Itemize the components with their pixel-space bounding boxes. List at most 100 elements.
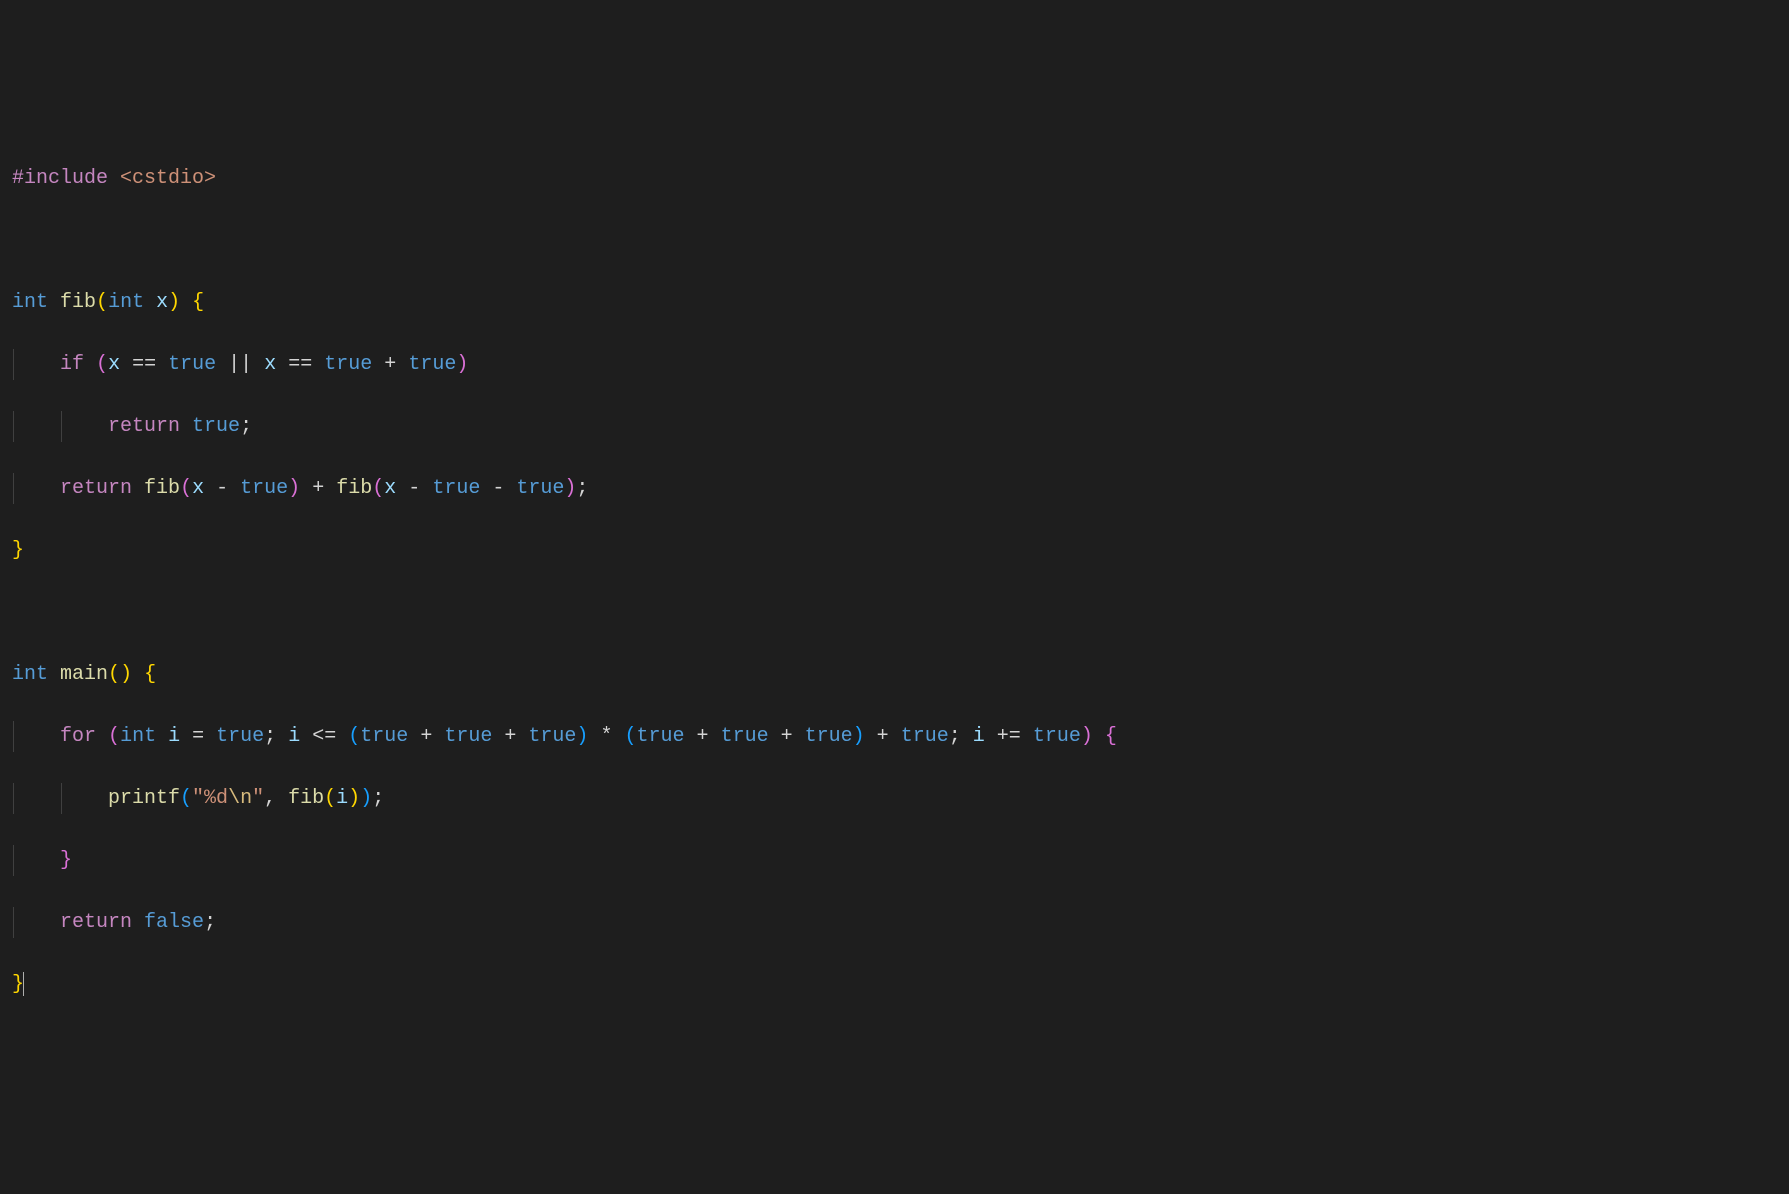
code-line[interactable]: } <box>12 969 1777 1000</box>
semicolon: ; <box>372 787 384 810</box>
brace: { <box>192 291 204 314</box>
variable: x <box>264 353 276 376</box>
operator: - <box>408 477 420 500</box>
operator: + <box>504 725 516 748</box>
brace: } <box>60 849 72 872</box>
parameter: x <box>156 291 168 314</box>
type-keyword: int <box>12 291 48 314</box>
code-line[interactable]: if (x == true || x == true + true) <box>12 349 1777 380</box>
constant-true: true <box>432 477 480 500</box>
paren: ) <box>564 477 576 500</box>
indent <box>12 725 60 748</box>
paren: ( <box>96 291 108 314</box>
constant-true: true <box>1033 725 1081 748</box>
operator: = <box>192 725 204 748</box>
operator: + <box>697 725 709 748</box>
code-line[interactable]: return true; <box>12 411 1777 442</box>
paren: ) <box>168 291 180 314</box>
paren: ( <box>180 477 192 500</box>
operator: <= <box>312 725 336 748</box>
operator: + <box>312 477 324 500</box>
constant-true: true <box>192 415 240 438</box>
paren: ( <box>324 787 336 810</box>
paren: ( <box>108 663 120 686</box>
indent <box>12 911 60 934</box>
variable: x <box>192 477 204 500</box>
semicolon: ; <box>949 725 961 748</box>
paren: ( <box>96 353 108 376</box>
variable: i <box>336 787 348 810</box>
code-line[interactable]: return false; <box>12 907 1777 938</box>
code-line[interactable]: for (int i = true; i <= (true + true + t… <box>12 721 1777 752</box>
semicolon: ; <box>204 911 216 934</box>
type-keyword: int <box>12 663 48 686</box>
operator: + <box>384 353 396 376</box>
variable: i <box>168 725 180 748</box>
function-call: fib <box>288 787 324 810</box>
operator: - <box>216 477 228 500</box>
variable: x <box>108 353 120 376</box>
paren: ) <box>456 353 468 376</box>
paren: ) <box>348 787 360 810</box>
comma: , <box>264 787 276 810</box>
paren: ( <box>372 477 384 500</box>
code-line[interactable] <box>12 597 1777 628</box>
keyword-return: return <box>60 911 132 934</box>
function-call: fib <box>336 477 372 500</box>
constant-true: true <box>805 725 853 748</box>
constant-true: true <box>360 725 408 748</box>
keyword-return: return <box>60 477 132 500</box>
constant-true: true <box>168 353 216 376</box>
constant-true: true <box>516 477 564 500</box>
paren: ) <box>576 725 588 748</box>
code-line[interactable]: #include <cstdio> <box>12 163 1777 194</box>
paren: ) <box>360 787 372 810</box>
code-line[interactable]: } <box>12 845 1777 876</box>
constant-true: true <box>240 477 288 500</box>
constant-true: true <box>528 725 576 748</box>
keyword-if: if <box>60 353 84 376</box>
semicolon: ; <box>576 477 588 500</box>
semicolon: ; <box>240 415 252 438</box>
variable: i <box>288 725 300 748</box>
code-line[interactable]: int fib(int x) { <box>12 287 1777 318</box>
indent <box>12 787 108 810</box>
operator: + <box>420 725 432 748</box>
string-literal: " <box>252 787 264 810</box>
operator: + <box>877 725 889 748</box>
constant-false: false <box>144 911 204 934</box>
constant-true: true <box>901 725 949 748</box>
type-keyword: int <box>120 725 156 748</box>
constant-true: true <box>721 725 769 748</box>
code-line[interactable]: printf("%d\n", fib(i)); <box>12 783 1777 814</box>
constant-true: true <box>637 725 685 748</box>
variable: i <box>973 725 985 748</box>
brace: { <box>1105 725 1117 748</box>
constant-true: true <box>444 725 492 748</box>
operator: || <box>228 353 252 376</box>
function-call: fib <box>144 477 180 500</box>
code-line[interactable]: } <box>12 535 1777 566</box>
indent <box>12 849 60 872</box>
code-editor[interactable]: #include <cstdio> int fib(int x) { if (x… <box>12 132 1777 1031</box>
constant-true: true <box>216 725 264 748</box>
function-name: fib <box>60 291 96 314</box>
indent <box>12 415 108 438</box>
preprocessor-directive: #include <box>12 167 108 190</box>
type-keyword: int <box>108 291 144 314</box>
keyword-for: for <box>60 725 96 748</box>
operator: * <box>600 725 612 748</box>
indent <box>12 477 60 500</box>
escape-sequence: \n <box>228 787 252 810</box>
paren: ) <box>120 663 132 686</box>
operator: + <box>781 725 793 748</box>
code-line[interactable]: return fib(x - true) + fib(x - true - tr… <box>12 473 1777 504</box>
paren: ( <box>108 725 120 748</box>
code-line[interactable] <box>12 225 1777 256</box>
paren: ( <box>624 725 636 748</box>
code-line[interactable]: int main() { <box>12 659 1777 690</box>
keyword-return: return <box>108 415 180 438</box>
operator: - <box>492 477 504 500</box>
brace: } <box>12 539 24 562</box>
paren: ) <box>1081 725 1093 748</box>
